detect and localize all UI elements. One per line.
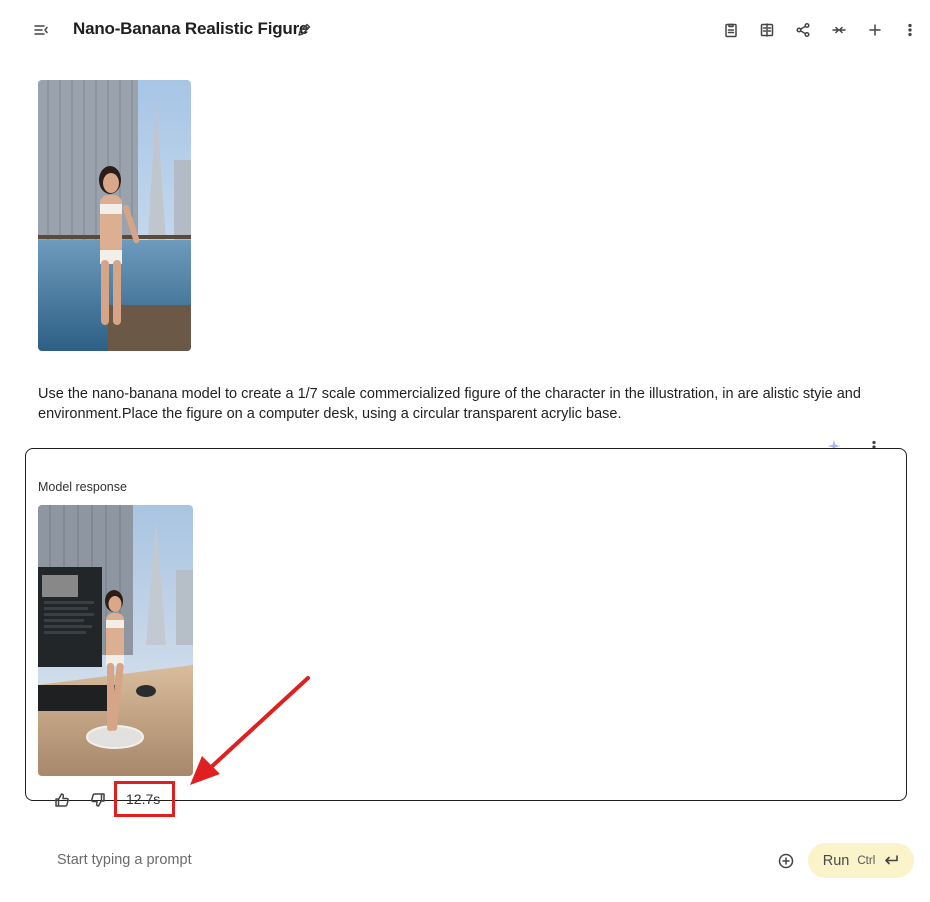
arrow-annotation — [190, 676, 310, 785]
collapse-icon[interactable] — [827, 18, 851, 42]
add-circle-icon[interactable] — [774, 849, 798, 873]
thumb-up-icon[interactable] — [50, 788, 74, 812]
pencil-icon[interactable] — [292, 18, 316, 42]
run-button[interactable]: Run Ctrl — [808, 843, 914, 878]
enter-key-icon — [883, 854, 899, 868]
compare-icon[interactable] — [755, 18, 779, 42]
menu-collapse-icon[interactable] — [29, 18, 53, 42]
page-title: Nano-Banana Realistic Figure — [73, 19, 309, 38]
run-shortcut-label: Ctrl — [857, 854, 876, 867]
clipboard-icon[interactable] — [719, 18, 743, 42]
thumb-down-icon[interactable] — [86, 788, 110, 812]
model-response-label: Model response — [38, 480, 127, 494]
model-response-image[interactable] — [38, 505, 193, 776]
run-button-label: Run — [822, 852, 850, 869]
highlight-box-annotation — [114, 781, 175, 817]
more-vert-icon[interactable] — [898, 18, 922, 42]
plus-icon[interactable] — [863, 18, 887, 42]
share-icon[interactable] — [791, 18, 815, 42]
user-prompt-text: Use the nano-banana model to create a 1/… — [38, 386, 861, 422]
user-uploaded-image[interactable] — [38, 80, 191, 351]
prompt-input[interactable]: Start typing a prompt — [57, 852, 192, 868]
